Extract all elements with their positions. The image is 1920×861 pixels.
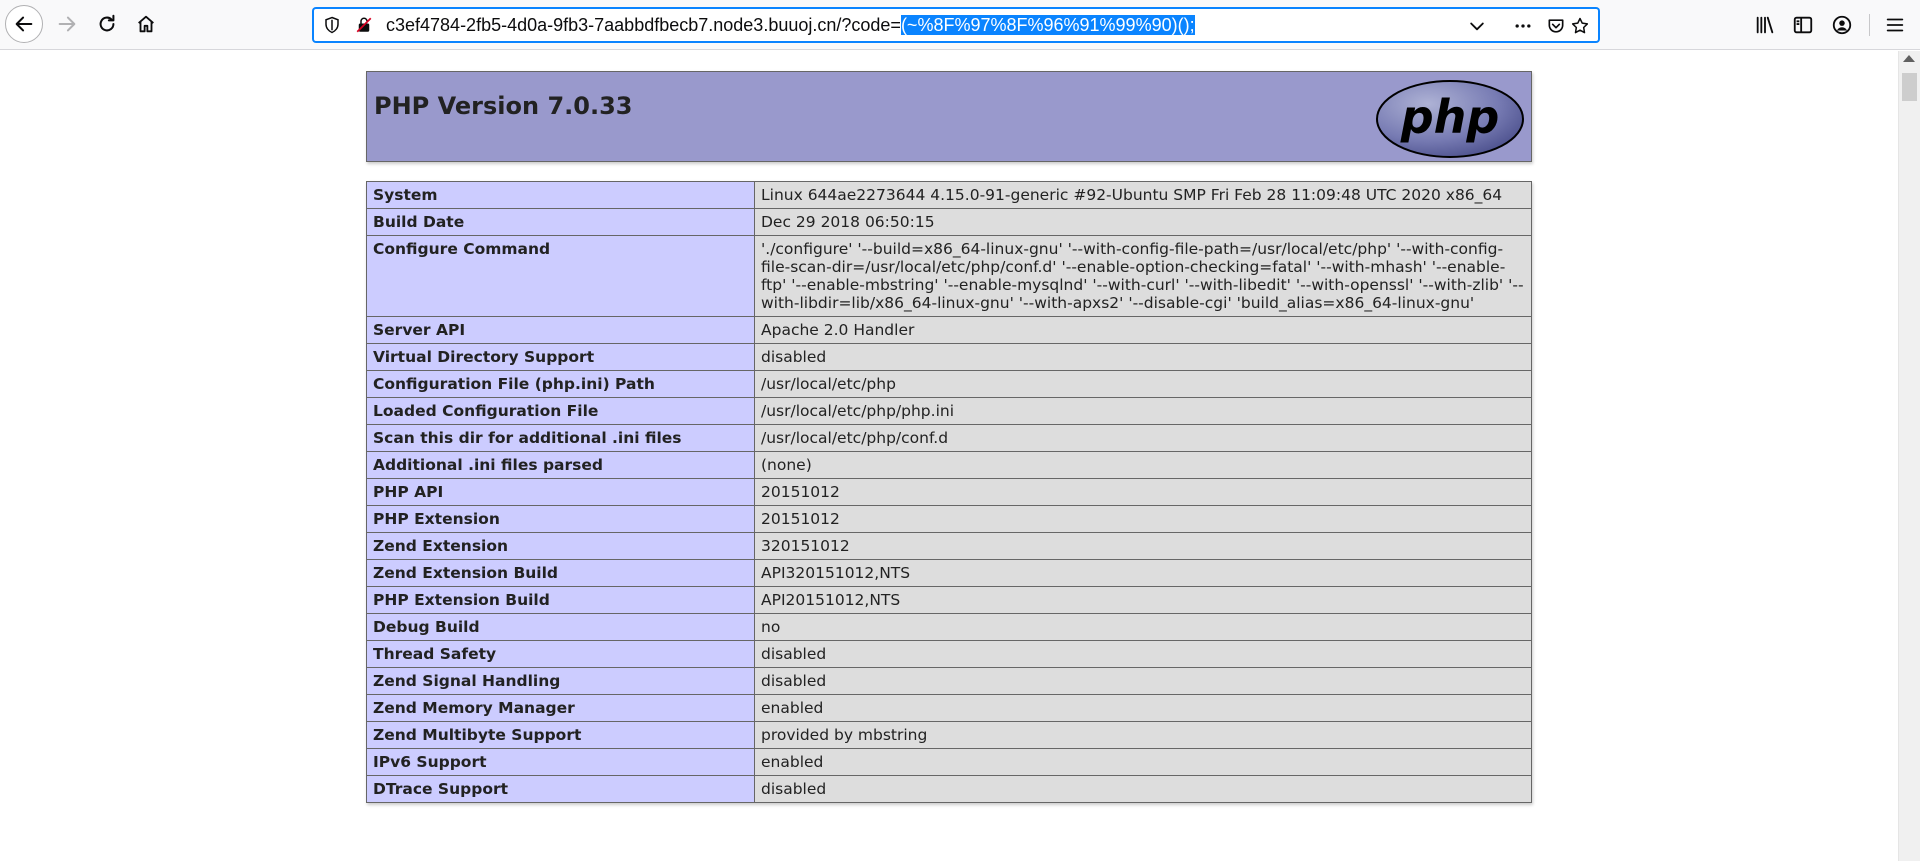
- row-value: Apache 2.0 Handler: [754, 316, 1532, 344]
- row-value: enabled: [754, 748, 1532, 776]
- php-logo[interactable]: php: [1375, 79, 1525, 159]
- table-row: Configuration File (php.ini) Path/usr/lo…: [366, 370, 1532, 398]
- table-row: Configure Command './configure' '--build=…: [366, 235, 1532, 317]
- row-value: 20151012: [754, 478, 1532, 506]
- table-row: Debug Build no: [366, 613, 1532, 641]
- row-key: PHP API: [366, 478, 755, 506]
- table-row: Build Date Dec 29 2018 06:50:15: [366, 208, 1532, 236]
- row-value: 320151012: [754, 532, 1532, 560]
- browser-toolbar: c3ef4784-2fb5-4d0a-9fb3-7aabbdfbecb7.nod…: [0, 0, 1920, 50]
- row-value: Linux 644ae2273644 4.15.0-91-generic #92…: [754, 181, 1532, 209]
- phpinfo-table: System Linux 644ae2273644 4.15.0-91-gener…: [366, 181, 1532, 803]
- url-selected-text: (~%8F%97%8F%96%91%99%90)();: [900, 15, 1195, 35]
- pocket-icon[interactable]: [1545, 15, 1567, 37]
- table-row: Zend Signal Handling disabled: [366, 667, 1532, 695]
- toolbar-separator: [1869, 14, 1870, 36]
- row-key: DTrace Support: [366, 775, 755, 803]
- row-key: Zend Multibyte Support: [366, 721, 755, 749]
- chevron-down-icon[interactable]: [1466, 15, 1488, 37]
- table-row: Virtual Directory Support disabled: [366, 343, 1532, 371]
- table-row: Zend Extension 320151012: [366, 532, 1532, 560]
- table-row: Zend Multibyte Support provided by mbstri…: [366, 721, 1532, 749]
- table-row: IPv6 Support enabled: [366, 748, 1532, 776]
- home-button[interactable]: [127, 5, 165, 43]
- row-value: provided by mbstring: [754, 721, 1532, 749]
- menu-icon[interactable]: [1882, 12, 1908, 38]
- page-title: PHP Version 7.0.33: [374, 92, 633, 120]
- php-logo-text: php: [1400, 90, 1500, 144]
- row-value: disabled: [754, 775, 1532, 803]
- row-key: Zend Signal Handling: [366, 667, 755, 695]
- row-key: PHP Extension: [366, 505, 755, 533]
- row-key: Scan this dir for additional .ini files: [366, 424, 755, 452]
- table-row: Zend Extension Build API320151012,NTS: [366, 559, 1532, 587]
- arrow-right-icon: [58, 16, 76, 32]
- account-icon[interactable]: [1829, 12, 1855, 38]
- row-key: Virtual Directory Support: [366, 343, 755, 371]
- forward-button[interactable]: [48, 5, 86, 43]
- row-key: IPv6 Support: [366, 748, 755, 776]
- insecure-lock-icon[interactable]: [354, 15, 374, 35]
- row-key: Build Date: [366, 208, 755, 236]
- row-value: API20151012,NTS: [754, 586, 1532, 614]
- row-key: Zend Memory Manager: [366, 694, 755, 722]
- phpinfo-header: PHP Version 7.0.33 php: [366, 71, 1532, 162]
- library-icon[interactable]: [1752, 12, 1778, 38]
- row-key: Debug Build: [366, 613, 755, 641]
- reload-button[interactable]: [88, 5, 126, 43]
- row-key: Thread Safety: [366, 640, 755, 668]
- row-key: Configuration File (php.ini) Path: [366, 370, 755, 398]
- row-key: Loaded Configuration File: [366, 397, 755, 425]
- row-value: disabled: [754, 343, 1532, 371]
- row-key: Server API: [366, 316, 755, 344]
- page-viewport: PHP Version 7.0.33 php System Linux 644ae…: [0, 51, 1897, 861]
- row-key: PHP Extension Build: [366, 586, 755, 614]
- url-prefix: c3ef4784-2fb5-4d0a-9fb3-7aabbdfbecb7.nod…: [386, 15, 901, 35]
- arrow-left-icon: [15, 16, 33, 32]
- reload-icon: [99, 14, 115, 32]
- table-row: PHP Extension Build API20151012,NTS: [366, 586, 1532, 614]
- url-bar[interactable]: c3ef4784-2fb5-4d0a-9fb3-7aabbdfbecb7.nod…: [313, 8, 1599, 42]
- sidebar-icon[interactable]: [1790, 12, 1816, 38]
- table-row: Zend Memory Manager enabled: [366, 694, 1532, 722]
- row-key: System: [366, 181, 755, 209]
- row-value: API320151012,NTS: [754, 559, 1532, 587]
- table-row: PHP API 20151012: [366, 478, 1532, 506]
- row-key: Zend Extension Build: [366, 559, 755, 587]
- tracking-shield-icon[interactable]: [322, 15, 342, 35]
- row-value: /usr/local/etc/php/php.ini: [754, 397, 1532, 425]
- table-row: Scan this dir for additional .ini files /…: [366, 424, 1532, 452]
- back-button[interactable]: [5, 5, 43, 43]
- row-value: 20151012: [754, 505, 1532, 533]
- more-actions-icon[interactable]: [1512, 15, 1534, 37]
- table-row: Additional .ini files parsed (none): [366, 451, 1532, 479]
- row-value: disabled: [754, 640, 1532, 668]
- table-row: Loaded Configuration File/usr/local/etc/…: [366, 397, 1532, 425]
- row-key: Configure Command: [366, 235, 755, 317]
- table-row: PHP Extension 20151012: [366, 505, 1532, 533]
- row-value: Dec 29 2018 06:50:15: [754, 208, 1532, 236]
- row-value: (none): [754, 451, 1532, 479]
- table-row: Thread Safety disabled: [366, 640, 1532, 668]
- vertical-scrollbar[interactable]: [1898, 51, 1920, 861]
- bookmark-star-icon[interactable]: [1569, 15, 1591, 37]
- scroll-up-arrow-icon[interactable]: [1903, 55, 1915, 62]
- scroll-thumb[interactable]: [1902, 73, 1917, 101]
- row-value: no: [754, 613, 1532, 641]
- row-value: /usr/local/etc/php: [754, 370, 1532, 398]
- url-text[interactable]: c3ef4784-2fb5-4d0a-9fb3-7aabbdfbecb7.nod…: [386, 9, 1195, 41]
- row-key: Additional .ini files parsed: [366, 451, 755, 479]
- row-key: Zend Extension: [366, 532, 755, 560]
- home-icon: [138, 15, 154, 33]
- row-value: enabled: [754, 694, 1532, 722]
- table-row: Server API Apache 2.0 Handler: [366, 316, 1532, 344]
- row-value: './configure' '--build=x86_64-linux-gnu'…: [754, 235, 1532, 317]
- row-value: disabled: [754, 667, 1532, 695]
- table-row: DTrace Support disabled: [366, 775, 1532, 803]
- row-value: /usr/local/etc/php/conf.d: [754, 424, 1532, 452]
- table-row: System Linux 644ae2273644 4.15.0-91-gener…: [366, 181, 1532, 209]
